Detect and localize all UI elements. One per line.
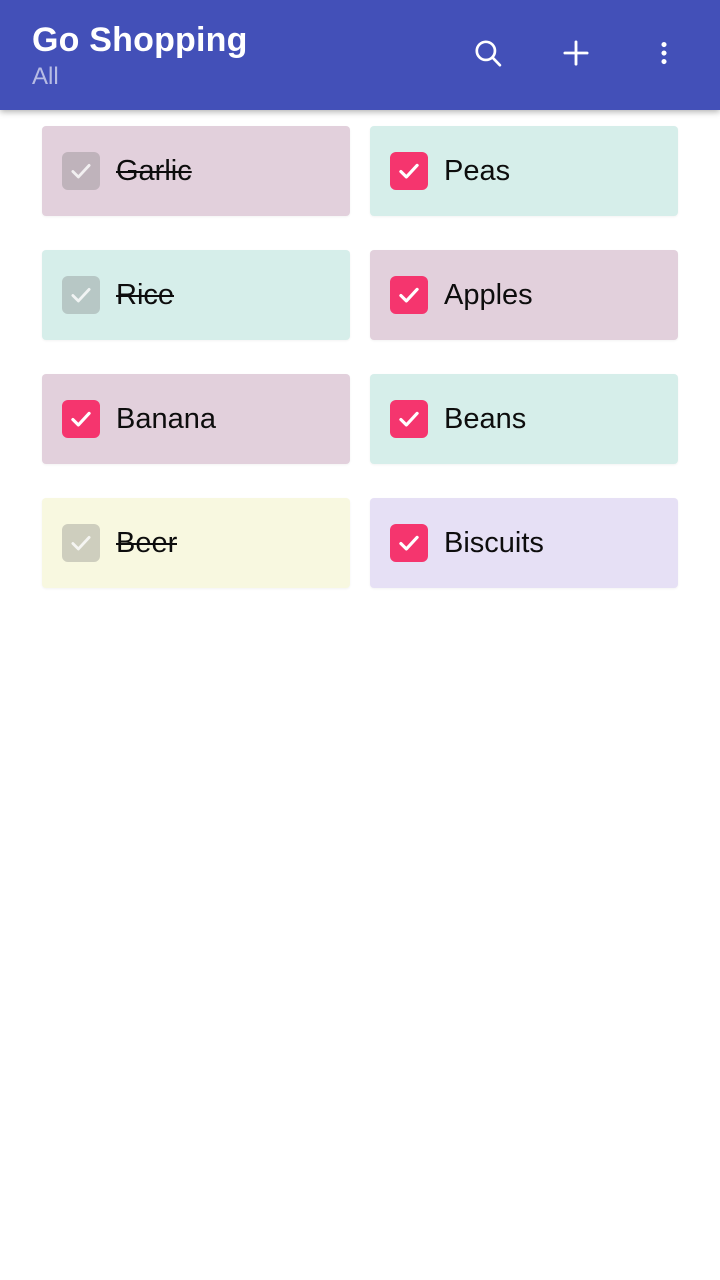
search-icon [471,36,505,70]
list-filter-label: All [32,63,59,90]
list-item[interactable]: Peas [370,126,678,216]
item-checkbox[interactable] [62,152,100,190]
shopping-list-area: Garlic Peas Rice Apples Banana Beans Beer Biscu… [0,110,720,588]
item-checkbox[interactable] [390,152,428,190]
overflow-menu-button[interactable] [640,29,688,77]
item-label: Rice [116,279,175,311]
list-item[interactable]: Garlic [42,126,350,216]
item-checkbox[interactable] [62,400,100,438]
item-label: Garlic [116,155,192,187]
item-label: Beer [116,527,178,559]
app-bar: Go Shopping All [0,0,720,110]
item-checkbox[interactable] [390,524,428,562]
app-bar-actions [464,14,698,92]
item-checkbox[interactable] [390,400,428,438]
item-label: Apples [444,279,533,311]
add-item-button[interactable] [552,29,600,77]
overflow-menu-icon [649,38,679,68]
page-title: Go Shopping [32,21,248,59]
app-bar-titles: Go Shopping All [32,14,464,92]
list-item[interactable]: Rice [42,250,350,340]
list-item[interactable]: Beer [42,498,350,588]
shopping-list-grid: Garlic Peas Rice Apples Banana Beans Beer Biscu… [0,126,720,588]
list-item[interactable]: Beans [370,374,678,464]
item-label: Banana [116,403,216,435]
add-icon [558,35,594,71]
item-checkbox[interactable] [62,276,100,314]
item-label: Beans [444,403,527,435]
list-item[interactable]: Banana [42,374,350,464]
list-item[interactable]: Apples [370,250,678,340]
item-checkbox[interactable] [390,276,428,314]
list-item[interactable]: Biscuits [370,498,678,588]
item-label: Biscuits [444,527,544,559]
item-checkbox[interactable] [62,524,100,562]
search-button[interactable] [464,29,512,77]
item-label: Peas [444,155,511,187]
